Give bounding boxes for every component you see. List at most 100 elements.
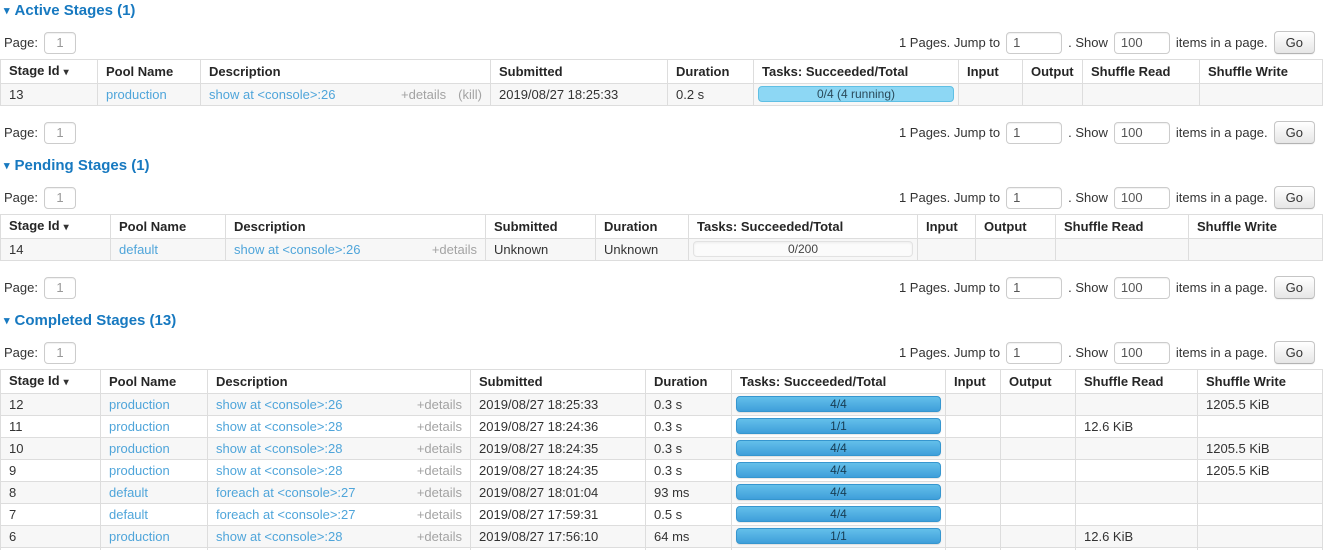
section-active-stages: ▾Active Stages (1) Page:1 Pages. Jump to.… bbox=[0, 2, 1323, 144]
column-header-pool[interactable]: Pool Name bbox=[101, 370, 208, 394]
section-title-active[interactable]: ▾Active Stages (1) bbox=[4, 2, 1323, 19]
jump-to-page-input[interactable] bbox=[1006, 277, 1062, 299]
page-number-input[interactable] bbox=[44, 187, 76, 209]
pool-link[interactable]: production bbox=[109, 463, 170, 478]
column-header-shuffle-write[interactable]: Shuffle Write bbox=[1189, 215, 1323, 239]
pool-link[interactable]: production bbox=[109, 529, 170, 544]
page-number-input[interactable] bbox=[44, 122, 76, 144]
items-per-page-input[interactable] bbox=[1114, 277, 1170, 299]
section-pending-stages: ▾Pending Stages (1)Page:1 Pages. Jump to… bbox=[0, 157, 1323, 299]
pool-link[interactable]: production bbox=[109, 441, 170, 456]
column-header-label: Pool Name bbox=[119, 219, 186, 234]
column-header-shuffle-read[interactable]: Shuffle Read bbox=[1076, 370, 1198, 394]
column-header-submitted[interactable]: Submitted bbox=[491, 60, 668, 84]
column-header-description[interactable]: Description bbox=[201, 60, 491, 84]
section-title-pending[interactable]: ▾Pending Stages (1) bbox=[4, 157, 1323, 174]
column-header-pool[interactable]: Pool Name bbox=[98, 60, 201, 84]
jump-to-page-input[interactable] bbox=[1006, 187, 1062, 209]
pool-cell: production bbox=[101, 526, 208, 548]
pool-link[interactable]: production bbox=[109, 419, 170, 434]
tasks-progress-bar: 4/4 bbox=[736, 484, 941, 500]
jump-to-page-input[interactable] bbox=[1006, 122, 1062, 144]
pool-link[interactable]: default bbox=[119, 242, 158, 257]
pool-link[interactable]: default bbox=[109, 485, 148, 500]
items-per-page-input[interactable] bbox=[1114, 32, 1170, 54]
items-per-page-input[interactable] bbox=[1114, 187, 1170, 209]
go-button[interactable]: Go bbox=[1274, 186, 1315, 209]
description-link[interactable]: foreach at <console>:27 bbox=[216, 507, 356, 522]
details-link[interactable]: +details bbox=[417, 441, 462, 456]
details-link[interactable]: +details bbox=[417, 419, 462, 434]
details-link[interactable]: +details bbox=[417, 397, 462, 412]
page-number-input[interactable] bbox=[44, 277, 76, 299]
details-link[interactable]: +details bbox=[432, 242, 477, 257]
description-link[interactable]: show at <console>:26 bbox=[216, 397, 342, 412]
description-link[interactable]: foreach at <console>:27 bbox=[216, 485, 356, 500]
items-per-page-input[interactable] bbox=[1114, 122, 1170, 144]
column-header-shuffle-read[interactable]: Shuffle Read bbox=[1083, 60, 1200, 84]
column-header-shuffle-read[interactable]: Shuffle Read bbox=[1056, 215, 1189, 239]
column-header-description[interactable]: Description bbox=[208, 370, 471, 394]
details-link[interactable]: +details bbox=[401, 87, 446, 102]
go-button[interactable]: Go bbox=[1274, 341, 1315, 364]
column-header-description[interactable]: Description bbox=[226, 215, 486, 239]
column-header-pool[interactable]: Pool Name bbox=[111, 215, 226, 239]
go-button[interactable]: Go bbox=[1274, 276, 1315, 299]
items-text: items in a page. bbox=[1176, 345, 1268, 360]
page-number-input[interactable] bbox=[44, 32, 76, 54]
column-header-output[interactable]: Output bbox=[1023, 60, 1083, 84]
jump-to-page-input[interactable] bbox=[1006, 342, 1062, 364]
description-link[interactable]: show at <console>:26 bbox=[234, 242, 360, 257]
column-header-tasks[interactable]: Tasks: Succeeded/Total bbox=[732, 370, 946, 394]
column-header-output[interactable]: Output bbox=[1001, 370, 1076, 394]
page-number-input[interactable] bbox=[44, 342, 76, 364]
column-header-label: Duration bbox=[676, 64, 729, 79]
section-title-completed[interactable]: ▾Completed Stages (13) bbox=[4, 312, 1323, 329]
pagination-bottom: Page:1 Pages. Jump to. Showitems in a pa… bbox=[4, 121, 1315, 144]
column-header-label: Description bbox=[209, 64, 281, 79]
description-link[interactable]: show at <console>:28 bbox=[216, 441, 342, 456]
column-header-input[interactable]: Input bbox=[918, 215, 976, 239]
column-header-output[interactable]: Output bbox=[976, 215, 1056, 239]
shuffle-read-cell bbox=[1056, 239, 1189, 261]
details-link[interactable]: +details bbox=[417, 485, 462, 500]
tasks-progress-bar: 4/4 bbox=[736, 506, 941, 522]
description-link[interactable]: show at <console>:28 bbox=[216, 529, 342, 544]
column-header-stage-id[interactable]: Stage Id▾ bbox=[1, 60, 98, 84]
input-cell bbox=[946, 394, 1001, 416]
column-header-shuffle-write[interactable]: Shuffle Write bbox=[1198, 370, 1323, 394]
details-link[interactable]: +details bbox=[417, 507, 462, 522]
items-text: items in a page. bbox=[1176, 125, 1268, 140]
column-header-duration[interactable]: Duration bbox=[668, 60, 754, 84]
jump-to-page-input[interactable] bbox=[1006, 32, 1062, 54]
output-cell bbox=[1001, 416, 1076, 438]
items-per-page-input[interactable] bbox=[1114, 342, 1170, 364]
submitted-cell: Unknown bbox=[486, 239, 596, 261]
pool-link[interactable]: production bbox=[106, 87, 167, 102]
column-header-input[interactable]: Input bbox=[946, 370, 1001, 394]
column-header-duration[interactable]: Duration bbox=[646, 370, 732, 394]
pool-link[interactable]: default bbox=[109, 507, 148, 522]
kill-link[interactable]: (kill) bbox=[458, 87, 482, 102]
column-header-tasks[interactable]: Tasks: Succeeded/Total bbox=[689, 215, 918, 239]
column-header-stage-id[interactable]: Stage Id▾ bbox=[1, 215, 111, 239]
description-link[interactable]: show at <console>:26 bbox=[209, 87, 335, 102]
column-header-shuffle-write[interactable]: Shuffle Write bbox=[1200, 60, 1323, 84]
description-link[interactable]: show at <console>:28 bbox=[216, 419, 342, 434]
column-header-submitted[interactable]: Submitted bbox=[486, 215, 596, 239]
column-header-tasks[interactable]: Tasks: Succeeded/Total bbox=[754, 60, 959, 84]
go-button[interactable]: Go bbox=[1274, 121, 1315, 144]
description-link[interactable]: show at <console>:28 bbox=[216, 463, 342, 478]
details-link[interactable]: +details bbox=[417, 463, 462, 478]
column-header-label: Shuffle Read bbox=[1091, 64, 1170, 79]
duration-cell: 0.5 s bbox=[646, 504, 732, 526]
column-header-label: Output bbox=[1031, 64, 1074, 79]
go-button[interactable]: Go bbox=[1274, 31, 1315, 54]
column-header-submitted[interactable]: Submitted bbox=[471, 370, 646, 394]
column-header-input[interactable]: Input bbox=[959, 60, 1023, 84]
column-header-duration[interactable]: Duration bbox=[596, 215, 689, 239]
details-link[interactable]: +details bbox=[417, 529, 462, 544]
submitted-cell: 2019/08/27 17:59:31 bbox=[471, 504, 646, 526]
pool-link[interactable]: production bbox=[109, 397, 170, 412]
column-header-stage-id[interactable]: Stage Id▾ bbox=[1, 370, 101, 394]
